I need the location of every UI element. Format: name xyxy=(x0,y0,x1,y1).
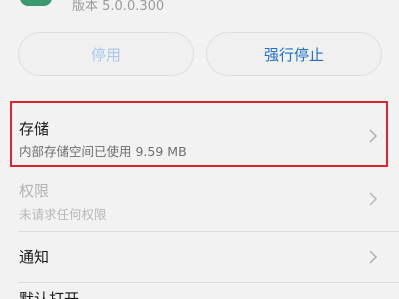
permissions-title: 权限 xyxy=(19,182,50,200)
storage-highlight-box xyxy=(10,101,388,167)
app-info-header: 版本 5.0.0.300 xyxy=(0,0,399,26)
app-icon xyxy=(20,0,52,6)
chevron-right-icon xyxy=(369,250,378,264)
app-version-label: 版本 5.0.0.300 xyxy=(72,0,165,14)
default-open-row-title[interactable]: 默认打开 xyxy=(19,290,79,299)
permissions-subtitle: 未请求任何权限 xyxy=(19,207,107,222)
chevron-right-icon xyxy=(369,192,378,206)
disable-button[interactable]: 停用 xyxy=(18,32,194,76)
notifications-title: 通知 xyxy=(19,248,50,266)
force-stop-button[interactable]: 强行停止 xyxy=(206,32,382,76)
divider xyxy=(18,282,399,283)
notifications-row[interactable]: 通知 xyxy=(0,232,399,282)
permissions-row[interactable]: 权限 未请求任何权限 xyxy=(0,169,399,231)
